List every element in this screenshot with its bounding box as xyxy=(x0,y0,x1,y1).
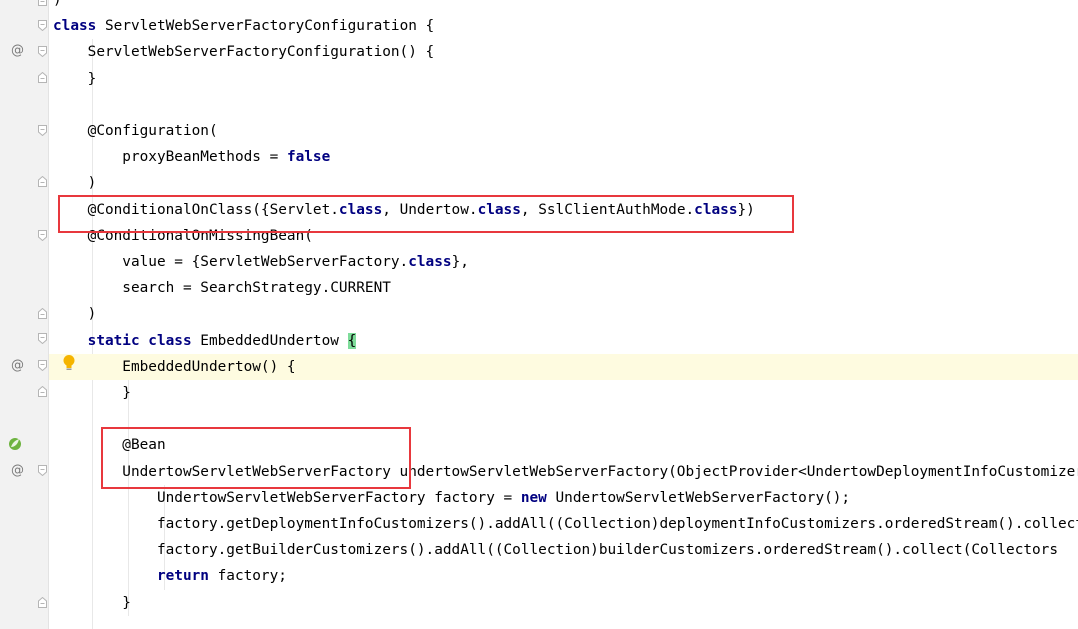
fold-icon[interactable] xyxy=(38,308,47,319)
code-line[interactable]: @Configuration( xyxy=(49,118,1078,144)
code-text: class ServletWebServerFactoryConfigurati… xyxy=(53,13,434,39)
code-line[interactable]: } xyxy=(49,66,1078,92)
code-token: value = {ServletWebServerFactory. xyxy=(53,254,409,270)
code-token: ) xyxy=(53,0,62,8)
code-line[interactable]: static class EmbeddedUndertow { xyxy=(49,328,1078,354)
code-token: }, xyxy=(451,254,469,270)
code-line[interactable]: factory.getBuilderCustomizers().addAll((… xyxy=(49,537,1078,563)
code-line[interactable]: EmbeddedUndertow() { xyxy=(49,353,1078,380)
code-token: factory.getBuilderCustomizers().addAll((… xyxy=(53,542,1059,559)
code-line[interactable]: } xyxy=(49,590,1078,616)
code-line[interactable]: return factory; xyxy=(49,563,1078,589)
keyword-token: class xyxy=(53,18,97,35)
override-icon[interactable]: @ xyxy=(11,43,25,59)
highlight-box-conditional-on-class xyxy=(58,195,794,233)
code-token: } xyxy=(53,594,131,611)
code-text: static class EmbeddedUndertow { xyxy=(53,328,357,354)
fold-icon[interactable] xyxy=(38,46,47,57)
code-text: ) xyxy=(53,170,97,196)
code-line[interactable]: ) xyxy=(49,170,1078,196)
code-line[interactable]: ) xyxy=(49,301,1078,327)
editor-gutter[interactable]: @ @ @ xyxy=(0,0,48,629)
code-line[interactable]: factory.getDeploymentInfoCustomizers().a… xyxy=(49,511,1078,537)
keyword-token: static class xyxy=(87,332,192,349)
code-token: EmbeddedUndertow xyxy=(191,332,348,349)
code-text: proxyBeanMethods = false xyxy=(53,144,330,170)
code-token: ServletWebServerFactoryConfiguration { xyxy=(96,18,435,35)
code-editor[interactable]: ) class ServletWebServerFactoryConfigurat… xyxy=(49,0,1078,629)
fold-icon[interactable] xyxy=(38,465,47,476)
keyword-token: return xyxy=(156,568,209,585)
code-text: return factory; xyxy=(53,563,287,589)
fold-icon[interactable] xyxy=(38,0,47,6)
code-token: @Configuration( xyxy=(53,123,218,139)
highlight-box-bean-return-type xyxy=(101,427,411,489)
code-token: ServletWebServerFactoryConfiguration() { xyxy=(53,44,435,61)
code-line[interactable]: } xyxy=(49,380,1078,406)
code-token: EmbeddedUndertow() { xyxy=(53,358,296,375)
code-text: ) xyxy=(53,301,97,327)
override-icon[interactable]: @ xyxy=(11,358,25,374)
keyword-token: false xyxy=(286,149,331,166)
code-token: proxyBeanMethods = xyxy=(53,149,287,166)
fold-icon[interactable] xyxy=(38,230,47,241)
code-line[interactable]: ) xyxy=(49,0,1078,13)
code-token: factory; xyxy=(208,568,287,585)
keyword-token: class xyxy=(408,254,452,270)
fold-icon[interactable] xyxy=(38,176,47,187)
code-text: search = SearchStrategy.CURRENT xyxy=(53,275,391,301)
code-token: } xyxy=(53,385,131,401)
code-line[interactable]: ServletWebServerFactoryConfiguration() { xyxy=(49,39,1078,65)
fold-icon[interactable] xyxy=(38,386,47,397)
override-icon[interactable]: @ xyxy=(11,463,25,479)
code-text: ) xyxy=(53,0,62,13)
code-token: ) xyxy=(53,175,97,192)
fold-icon[interactable] xyxy=(38,597,47,608)
code-line[interactable]: value = {ServletWebServerFactory.class}, xyxy=(49,249,1078,275)
code-token: ) xyxy=(53,306,97,323)
matched-brace: { xyxy=(347,332,357,349)
code-token: UndertowServletWebServerFactory(); xyxy=(546,489,851,506)
bulb-icon[interactable] xyxy=(62,354,76,372)
spring-bean-icon[interactable] xyxy=(7,436,23,452)
code-line[interactable] xyxy=(49,616,1078,629)
fold-icon[interactable] xyxy=(38,72,47,83)
code-line[interactable]: search = SearchStrategy.CURRENT xyxy=(49,275,1078,301)
code-line[interactable] xyxy=(49,92,1078,118)
fold-icon[interactable] xyxy=(38,360,47,371)
code-line[interactable]: class ServletWebServerFactoryConfigurati… xyxy=(49,13,1078,39)
keyword-token: new xyxy=(520,489,547,506)
code-text: } xyxy=(53,590,131,616)
code-token: } xyxy=(53,70,97,87)
fold-icon[interactable] xyxy=(38,333,47,344)
code-text: value = {ServletWebServerFactory.class}, xyxy=(53,249,469,275)
code-token: factory.getDeploymentInfoCustomizers().a… xyxy=(53,516,1078,532)
fold-icon[interactable] xyxy=(38,20,47,31)
code-token: search = SearchStrategy.CURRENT xyxy=(53,280,391,297)
code-text: factory.getDeploymentInfoCustomizers().a… xyxy=(53,511,1078,537)
code-token: UndertowServletWebServerFactory factory … xyxy=(53,489,521,506)
code-text: } xyxy=(53,380,131,406)
code-text: factory.getBuilderCustomizers().addAll((… xyxy=(53,537,1058,563)
code-text: } xyxy=(53,66,97,92)
code-text: ServletWebServerFactoryConfiguration() { xyxy=(53,39,435,65)
code-text: @Configuration( xyxy=(53,118,218,144)
code-line[interactable]: proxyBeanMethods = false xyxy=(49,144,1078,170)
fold-icon[interactable] xyxy=(38,125,47,136)
code-text: EmbeddedUndertow() { xyxy=(53,354,296,380)
